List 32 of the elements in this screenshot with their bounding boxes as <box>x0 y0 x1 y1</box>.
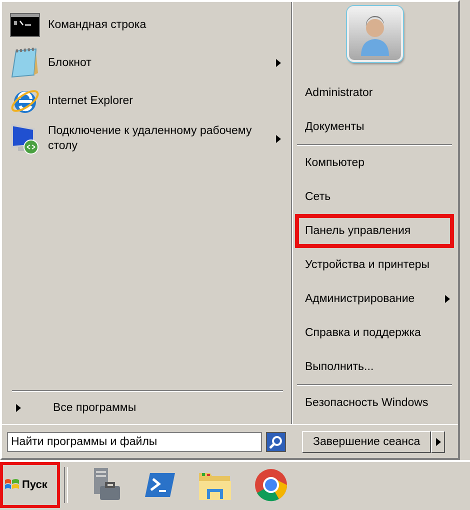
search-icon <box>269 434 283 448</box>
submenu-arrow-icon <box>276 59 281 67</box>
program-item[interactable]: Блокнот <box>10 44 285 82</box>
menu-item[interactable]: Сеть <box>295 180 454 214</box>
browser-round-icon[interactable] <box>254 468 288 502</box>
notepad-icon <box>10 47 40 79</box>
program-item[interactable]: Internet Explorer <box>10 82 285 120</box>
submenu-arrow-icon <box>16 404 21 412</box>
menu-item[interactable]: Справка и поддержка <box>295 316 454 350</box>
terminal-prompt-icon[interactable] <box>144 472 176 498</box>
menu-item[interactable]: Панель управления <box>295 214 454 248</box>
search-button[interactable] <box>266 432 286 452</box>
start-button[interactable]: Пуск <box>0 462 60 508</box>
program-item[interactable]: Командная строка <box>10 6 285 44</box>
submenu-arrow-icon <box>445 295 450 303</box>
menu-item[interactable]: Administrator <box>295 76 454 110</box>
menu-item[interactable]: Безопасность Windows <box>295 386 454 420</box>
menu-item[interactable]: Компьютер <box>295 146 454 180</box>
menu-item[interactable]: Администрирование <box>295 282 454 316</box>
menu-item[interactable]: Выполнить... <box>295 350 454 384</box>
shutdown-options-button[interactable] <box>431 430 446 452</box>
submenu-arrow-icon <box>436 438 441 446</box>
submenu-arrow-icon <box>276 135 281 143</box>
remote-desktop-icon <box>10 123 40 155</box>
all-programs-item[interactable]: Все программы <box>10 392 285 424</box>
menu-item[interactable]: Документы <box>295 110 454 144</box>
console-icon <box>10 13 40 37</box>
menu-item[interactable]: Устройства и принтеры <box>295 248 454 282</box>
search-field[interactable]: Найти программы и файлы <box>7 432 262 452</box>
windows-flag-icon <box>4 478 20 492</box>
shutdown-button[interactable]: Завершение сеанса <box>302 430 432 452</box>
program-item[interactable]: Подключение к удаленному рабочему столу <box>10 120 285 158</box>
